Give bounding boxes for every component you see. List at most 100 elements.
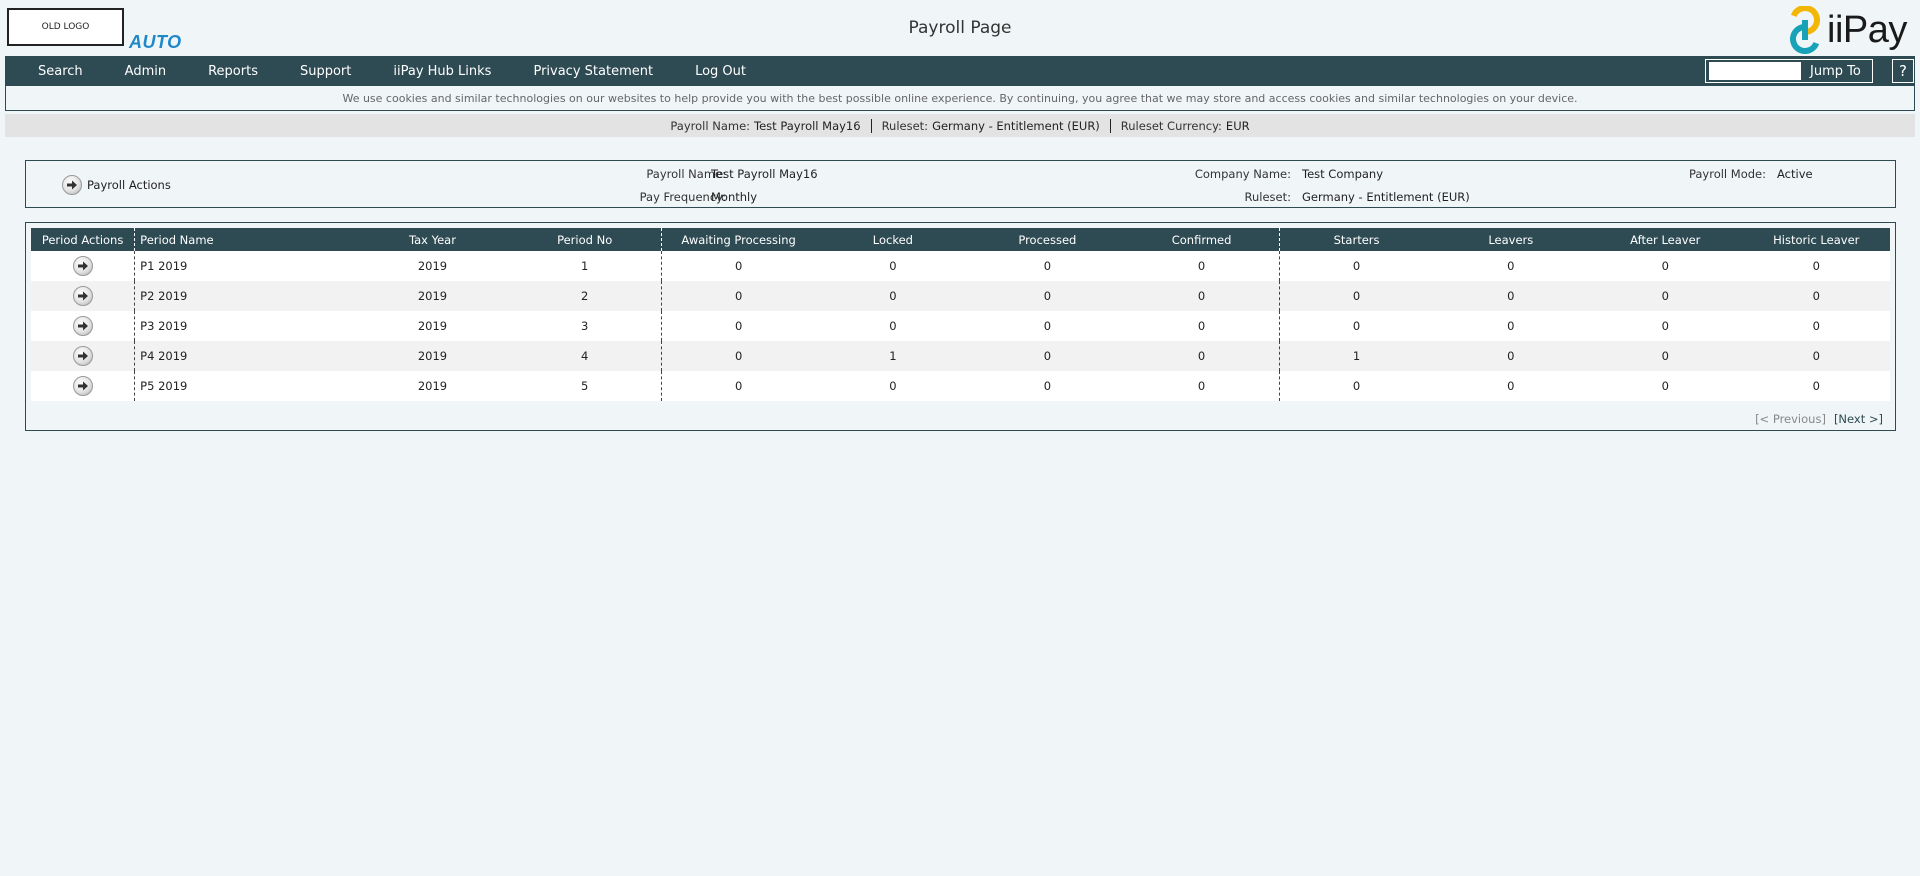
col-period-name[interactable]: Period Name [134,228,357,251]
cell-after-leaver: 0 [1588,341,1743,371]
nav-admin[interactable]: Admin [104,56,187,86]
nav-support[interactable]: Support [279,56,372,86]
period-actions-cell [31,251,135,281]
cell-tax-year: 2019 [356,281,509,311]
pager-next[interactable]: [Next >] [1834,412,1883,426]
cell-period-name: P4 2019 [134,341,357,371]
cell-awaiting: 0 [660,341,816,371]
cell-period-name: P5 2019 [134,371,357,401]
pager-previous: [< Previous] [1755,412,1826,426]
arrow-right-glyph [77,321,88,331]
cell-leavers: 0 [1433,281,1589,311]
col-tax-year[interactable]: Tax Year [356,228,509,251]
table-row: P2 2019 2019 2 0 0 0 0 0 0 0 0 [31,281,1890,311]
arrow-right-icon[interactable] [72,256,93,276]
help-button[interactable]: ? [1892,59,1914,83]
cell-tax-year: 2019 [356,251,509,281]
cell-historic-leaver: 0 [1742,281,1890,311]
page-title: Payroll Page [908,18,1012,38]
main-nav: Search Admin Reports Support iiPay Hub L… [5,56,1915,86]
jump-to-button[interactable]: Jump To [1810,64,1861,79]
nav-privacy-statement[interactable]: Privacy Statement [512,56,674,86]
cell-awaiting: 0 [660,371,816,401]
cell-period-no: 4 [508,341,662,371]
nav-search[interactable]: Search [5,56,104,86]
iipay-wordmark: iiPay [1827,8,1907,51]
cell-locked: 0 [815,281,971,311]
period-actions-cell [31,281,135,311]
cell-leavers: 0 [1433,311,1589,341]
cell-period-name: P1 2019 [134,251,357,281]
arrow-right-icon[interactable] [72,286,93,306]
info-currency: EUR [1225,118,1250,133]
periods-grid-panel: Period Actions Period Name Tax Year Peri… [25,222,1896,431]
arrow-right-icon[interactable] [72,346,93,366]
cell-locked: 0 [815,371,971,401]
cell-confirmed: 0 [1124,341,1280,371]
cell-after-leaver: 0 [1588,371,1743,401]
cell-confirmed: 0 [1124,281,1280,311]
info-payroll-name: Test Payroll May16 [754,118,861,133]
col-locked[interactable]: Locked [815,228,971,251]
col-after-leaver[interactable]: After Leaver [1588,228,1743,251]
payroll-actions-button[interactable]: Payroll Actions [62,175,171,195]
arrow-right-glyph [77,261,88,271]
cell-after-leaver: 0 [1588,311,1743,341]
cell-starters: 0 [1278,311,1434,341]
detail-pay-frequency-label: Pay Frequency: [639,190,726,204]
period-actions-cell [31,341,135,371]
cell-tax-year: 2019 [356,371,509,401]
cell-processed: 0 [970,251,1125,281]
col-period-no[interactable]: Period No [508,228,662,251]
col-confirmed[interactable]: Confirmed [1124,228,1280,251]
cell-confirmed: 0 [1124,251,1280,281]
cell-period-no: 1 [508,251,662,281]
arrow-right-icon[interactable] [72,376,93,396]
cell-locked: 1 [815,341,971,371]
divider [870,118,872,133]
detail-pay-frequency: Monthly [711,190,758,204]
cell-awaiting: 0 [660,251,816,281]
page-header: OLD LOGO AUTO Payroll Page iiPay [0,0,1920,56]
cell-starters: 0 [1278,251,1434,281]
info-currency-label: Ruleset Currency: [1120,118,1222,133]
col-processed[interactable]: Processed [970,228,1125,251]
nav-log-out[interactable]: Log Out [674,56,767,86]
cell-after-leaver: 0 [1588,251,1743,281]
pager: [< Previous] [Next >] [1755,412,1883,426]
cell-processed: 0 [970,341,1125,371]
info-ruleset-label: Ruleset: [881,118,929,133]
table-row: P4 2019 2019 4 0 1 0 0 1 0 0 0 [31,341,1890,371]
iipay-logo: iiPay [1787,6,1907,54]
cell-after-leaver: 0 [1588,281,1743,311]
detail-payroll-mode-label: Payroll Mode: [1688,167,1766,181]
nav-reports[interactable]: Reports [187,56,279,86]
col-period-actions: Period Actions [31,228,135,251]
arrow-right-glyph [77,291,88,301]
cell-locked: 0 [815,311,971,341]
col-historic-leaver[interactable]: Historic Leaver [1742,228,1890,251]
arrow-right-icon[interactable] [72,316,93,336]
arrow-right-glyph [77,351,88,361]
cell-historic-leaver: 0 [1742,371,1890,401]
col-starters[interactable]: Starters [1278,228,1434,251]
cell-period-name: P2 2019 [134,281,357,311]
cell-leavers: 0 [1433,251,1589,281]
iipay-mark-icon [1790,6,1820,54]
cell-confirmed: 0 [1124,311,1280,341]
cell-historic-leaver: 0 [1742,311,1890,341]
cell-processed: 0 [970,281,1125,311]
arrow-right-icon [62,175,82,195]
cell-tax-year: 2019 [356,341,509,371]
payroll-details-panel: Payroll Actions Payroll Name: Test Payro… [25,160,1896,208]
col-awaiting-processing[interactable]: Awaiting Processing [660,228,816,251]
col-leavers[interactable]: Leavers [1433,228,1589,251]
detail-payroll-mode: Active [1777,167,1813,181]
cell-awaiting: 0 [660,311,816,341]
jump-to-input[interactable] [1709,62,1801,80]
cell-processed: 0 [970,371,1125,401]
nav-iipay-hub-links[interactable]: iiPay Hub Links [372,56,512,86]
cell-period-name: P3 2019 [134,311,357,341]
cell-period-no: 2 [508,281,662,311]
info-payroll-name-label: Payroll Name: [670,118,751,133]
